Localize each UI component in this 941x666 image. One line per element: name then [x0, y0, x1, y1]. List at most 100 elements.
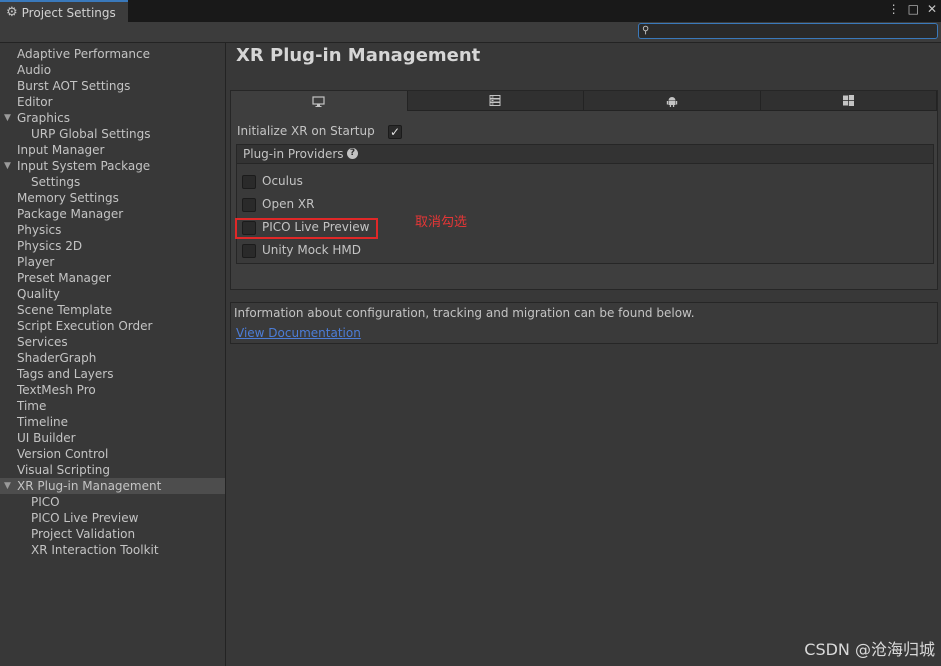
- sidebar-item[interactable]: Preset Manager: [0, 270, 225, 286]
- sidebar-item-label: Scene Template: [17, 303, 113, 317]
- sidebar-item-label: TextMesh Pro: [17, 383, 96, 397]
- annotation-highlight-box: [235, 218, 378, 239]
- expand-triangle-icon[interactable]: ▼: [4, 158, 11, 174]
- sidebar-item-label: Player: [17, 255, 55, 269]
- sidebar-item[interactable]: Audio: [0, 62, 225, 78]
- window-controls: ⋮ □ ✕: [888, 2, 937, 16]
- sidebar-item[interactable]: Memory Settings: [0, 190, 225, 206]
- sidebar-item[interactable]: Scene Template: [0, 302, 225, 318]
- view-documentation-link[interactable]: View Documentation: [236, 325, 361, 341]
- provider-label: Oculus: [262, 174, 303, 188]
- sidebar-item-label: Quality: [17, 287, 60, 301]
- sidebar-item[interactable]: PICO Live Preview: [0, 510, 225, 526]
- sidebar-item-label: Project Validation: [31, 527, 136, 541]
- sidebar-item-label: PICO Live Preview: [31, 511, 139, 525]
- sidebar-item-label: XR Plug-in Management: [17, 479, 162, 493]
- settings-sidebar: Adaptive Performance Audio Burst AOT Setti…: [0, 43, 226, 666]
- sidebar-item-label: Services: [17, 335, 68, 349]
- search-box[interactable]: ⚲: [638, 23, 938, 39]
- sidebar-item-label: Input Manager: [17, 143, 105, 157]
- sidebar-item[interactable]: URP Global Settings: [0, 126, 225, 142]
- sidebar-item-label: ShaderGraph: [17, 351, 97, 365]
- page-title: XR Plug-in Management: [236, 45, 481, 66]
- sidebar-item[interactable]: TextMesh Pro: [0, 382, 225, 398]
- sidebar-item[interactable]: Physics: [0, 222, 225, 238]
- sidebar-item[interactable]: Player: [0, 254, 225, 270]
- project-settings-tab[interactable]: ⚙ Project Settings: [0, 0, 128, 23]
- sidebar-item[interactable]: Project Validation: [0, 526, 225, 542]
- provider-label: Unity Mock HMD: [262, 243, 362, 257]
- sidebar-item-label: Time: [17, 399, 47, 413]
- sidebar-item-label: Physics 2D: [17, 239, 83, 253]
- sidebar-item-label: XR Interaction Toolkit: [31, 543, 159, 557]
- sidebar-item[interactable]: Script Execution Order: [0, 318, 225, 334]
- windows-icon: [842, 95, 854, 106]
- sidebar-item-label: URP Global Settings: [31, 127, 151, 141]
- more-menu-icon[interactable]: ⋮: [888, 2, 900, 16]
- help-icon[interactable]: ?: [347, 148, 358, 159]
- sidebar-item-label: Visual Scripting: [17, 463, 110, 477]
- sidebar-item-label: Package Manager: [17, 207, 124, 221]
- sidebar-item-label: Burst AOT Settings: [17, 79, 131, 93]
- maximize-icon[interactable]: □: [908, 2, 919, 16]
- tab-android[interactable]: [584, 91, 761, 111]
- plugin-providers-header: Plug-in Providers ?: [237, 145, 933, 164]
- platform-tabs: [231, 91, 937, 111]
- sidebar-item-label: Settings: [31, 175, 81, 189]
- sidebar-item[interactable]: Package Manager: [0, 206, 225, 222]
- android-icon: [666, 96, 677, 107]
- sidebar-item-label: PICO: [31, 495, 60, 509]
- sidebar-item[interactable]: Tags and Layers: [0, 366, 225, 382]
- server-icon: [489, 95, 501, 106]
- sidebar-item[interactable]: Settings: [0, 174, 225, 190]
- sidebar-item-label: Preset Manager: [17, 271, 111, 285]
- sidebar-item-label: Physics: [17, 223, 62, 237]
- sidebar-item-label: UI Builder: [17, 431, 76, 445]
- initialize-xr-row: Initialize XR on Startup: [237, 123, 375, 139]
- sidebar-item[interactable]: Version Control: [0, 446, 225, 462]
- sidebar-item[interactable]: ▼ Graphics: [0, 110, 225, 126]
- sidebar-item[interactable]: Physics 2D: [0, 238, 225, 254]
- sidebar-item[interactable]: ▼ XR Plug-in Management: [0, 478, 225, 494]
- annotation-text: 取消勾选: [415, 215, 468, 230]
- plugin-providers-group: Plug-in Providers ? Oculus Open XR PICO …: [236, 144, 934, 264]
- tab-desktop[interactable]: [231, 91, 408, 111]
- sidebar-item[interactable]: Adaptive Performance: [0, 46, 225, 62]
- title-bar: ⚙ Project Settings ⋮ □ ✕: [0, 0, 941, 23]
- sidebar-item[interactable]: Visual Scripting: [0, 462, 225, 478]
- sidebar-item[interactable]: Services: [0, 334, 225, 350]
- sidebar-item[interactable]: Input Manager: [0, 142, 225, 158]
- sidebar-item[interactable]: Quality: [0, 286, 225, 302]
- sidebar-item[interactable]: Time: [0, 398, 225, 414]
- sidebar-item[interactable]: Timeline: [0, 414, 225, 430]
- gear-icon: ⚙: [6, 5, 18, 20]
- initialize-xr-checkbox[interactable]: ✓: [388, 125, 402, 139]
- initialize-xr-label: Initialize XR on Startup: [237, 124, 375, 138]
- sidebar-item-label: Input System Package: [17, 159, 151, 173]
- sidebar-item[interactable]: Editor: [0, 94, 225, 110]
- sidebar-item[interactable]: UI Builder: [0, 430, 225, 446]
- sidebar-item-label: Version Control: [17, 447, 109, 461]
- tab-windows[interactable]: [760, 91, 937, 111]
- expand-triangle-icon[interactable]: ▼: [4, 110, 11, 126]
- sidebar-item-label: Memory Settings: [17, 191, 119, 205]
- provider-openxr-checkbox[interactable]: [242, 198, 256, 212]
- sidebar-item-label: Timeline: [17, 415, 69, 429]
- provider-unity-mock-hmd-checkbox[interactable]: [242, 244, 256, 258]
- tab-server[interactable]: [407, 91, 584, 111]
- sidebar-item-label: Tags and Layers: [17, 367, 114, 381]
- search-icon: ⚲: [642, 25, 650, 36]
- sidebar-item[interactable]: ▼ Input System Package: [0, 158, 225, 174]
- search-input[interactable]: [653, 24, 931, 38]
- main-panel: XR Plug-in Management Initialize XR on S…: [226, 43, 941, 666]
- sidebar-item-label: Editor: [17, 95, 53, 109]
- sidebar-item[interactable]: PICO: [0, 494, 225, 510]
- sidebar-item[interactable]: ShaderGraph: [0, 350, 225, 366]
- close-icon[interactable]: ✕: [927, 2, 937, 16]
- provider-label: Open XR: [262, 197, 315, 211]
- tab-title: Project Settings: [21, 5, 116, 20]
- sidebar-item[interactable]: Burst AOT Settings: [0, 78, 225, 94]
- expand-triangle-icon[interactable]: ▼: [4, 478, 11, 494]
- sidebar-item[interactable]: XR Interaction Toolkit: [0, 542, 225, 558]
- provider-oculus-checkbox[interactable]: [242, 175, 256, 189]
